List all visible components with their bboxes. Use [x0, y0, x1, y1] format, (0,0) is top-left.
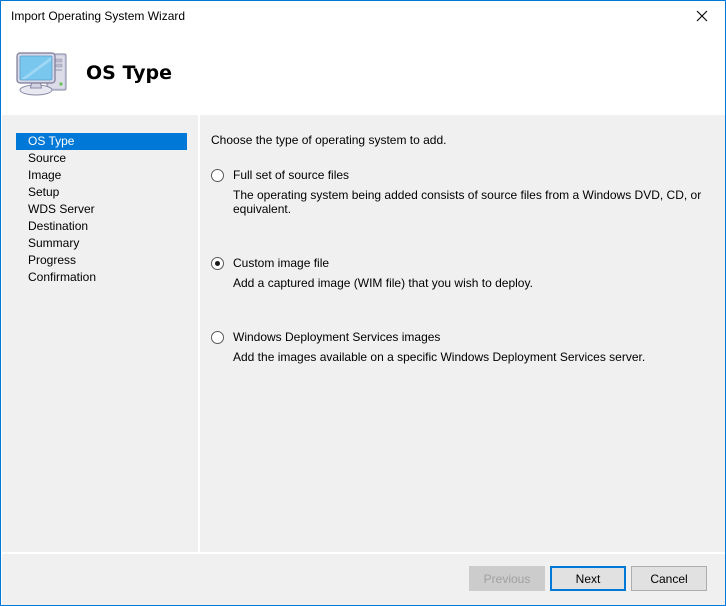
title-bar: Import Operating System Wizard: [1, 1, 725, 31]
option-wds-images: Windows Deployment Services images Add t…: [211, 330, 711, 364]
wizard-step-list: OS Type Source Image Setup WDS Server De…: [2, 115, 197, 552]
footer-button-group: Previous Next Cancel: [469, 566, 707, 591]
sidebar-item-wds-server[interactable]: WDS Server: [16, 201, 187, 218]
radio-wds-images[interactable]: Windows Deployment Services images: [211, 330, 711, 344]
option-description: Add a captured image (WIM file) that you…: [233, 276, 533, 290]
wizard-body: OS Type Source Image Setup WDS Server De…: [2, 115, 725, 552]
sidebar-item-destination[interactable]: Destination: [16, 218, 187, 235]
sidebar-item-setup[interactable]: Setup: [16, 184, 187, 201]
option-full-source-files: Full set of source files The operating s…: [211, 168, 711, 216]
wizard-footer: Previous Next Cancel: [2, 554, 725, 605]
radio-icon[interactable]: [211, 257, 224, 270]
option-description: The operating system being added consist…: [233, 188, 702, 216]
option-label: Full set of source files: [233, 168, 350, 182]
wizard-header: OS Type: [2, 31, 725, 115]
import-operating-system-wizard-window: Import Operating System Wizard OS Type O…: [0, 0, 726, 606]
sidebar-item-image[interactable]: Image: [16, 167, 187, 184]
instruction-text: Choose the type of operating system to a…: [211, 133, 447, 147]
sidebar-item-summary[interactable]: Summary: [16, 235, 187, 252]
next-button[interactable]: Next: [550, 566, 626, 591]
wizard-main-pane: Choose the type of operating system to a…: [200, 115, 725, 552]
option-label: Windows Deployment Services images: [233, 330, 441, 344]
option-custom-image-file: Custom image file Add a captured image (…: [211, 256, 711, 290]
option-label: Custom image file: [233, 256, 330, 270]
sidebar-item-progress[interactable]: Progress: [16, 252, 187, 269]
sidebar-item-confirmation[interactable]: Confirmation: [16, 269, 187, 286]
sidebar-item-os-type[interactable]: OS Type: [16, 133, 187, 150]
radio-icon[interactable]: [211, 331, 224, 344]
option-description: Add the images available on a specific W…: [233, 350, 646, 364]
close-icon[interactable]: [679, 1, 725, 30]
computer-icon: [14, 45, 76, 101]
radio-full-source-files[interactable]: Full set of source files: [211, 168, 711, 182]
page-title: OS Type: [86, 62, 173, 84]
radio-icon[interactable]: [211, 169, 224, 182]
window-title: Import Operating System Wizard: [11, 9, 186, 23]
previous-button[interactable]: Previous: [469, 566, 545, 591]
cancel-button[interactable]: Cancel: [631, 566, 707, 591]
radio-custom-image-file[interactable]: Custom image file: [211, 256, 711, 270]
sidebar-item-source[interactable]: Source: [16, 150, 187, 167]
